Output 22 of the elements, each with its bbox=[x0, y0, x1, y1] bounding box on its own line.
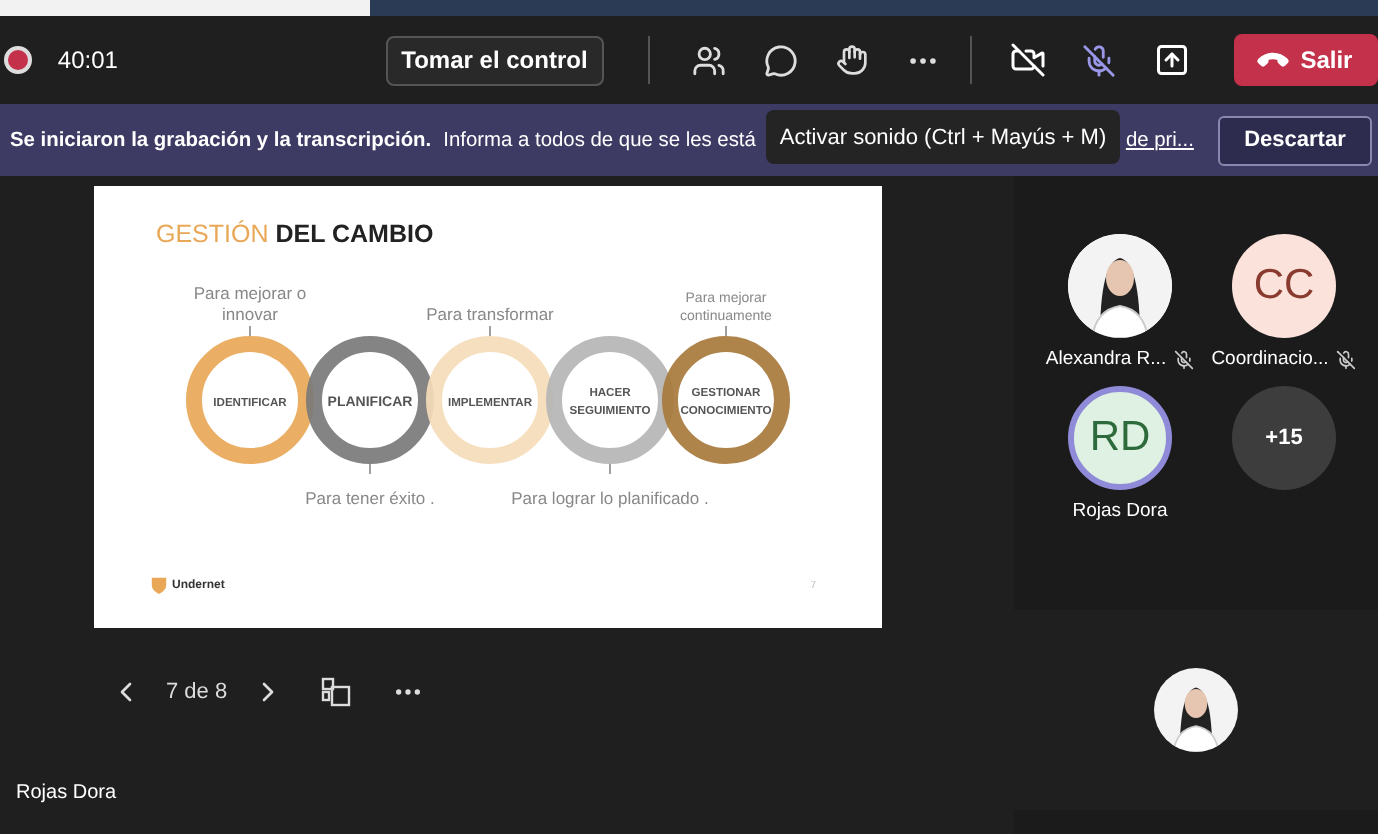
overflow-count[interactable]: +15 bbox=[1232, 386, 1336, 490]
participant-name: Rojas Dora bbox=[1072, 500, 1168, 522]
step-note: Para tener éxito . bbox=[305, 488, 435, 508]
step-note: Para mejorar o innovar bbox=[193, 283, 307, 324]
banner-title: Se iniciaron la grabación y la transcripción. bbox=[10, 129, 432, 151]
tooltip: Activar sonido (Ctrl + Mayús + M) bbox=[766, 110, 1120, 164]
avatar: RD bbox=[1068, 386, 1172, 490]
dismiss-button[interactable]: Descartar bbox=[1218, 115, 1372, 165]
avatar: CC bbox=[1232, 234, 1336, 338]
presenter-name: Rojas Dora bbox=[16, 782, 119, 804]
banner-text: Informa a todos de que se les está bbox=[443, 129, 756, 151]
slide-title: GESTIÓN DEL CAMBIO bbox=[156, 220, 436, 248]
shield-icon bbox=[150, 576, 168, 594]
step-note: Para lograr lo planificado . bbox=[511, 488, 709, 508]
leave-button[interactable]: Salir bbox=[1234, 34, 1378, 86]
step-note: Para transformar bbox=[426, 304, 554, 324]
participant-name: Coordinacio... bbox=[1211, 348, 1329, 370]
participant-name: Alexandra R... bbox=[1045, 348, 1167, 370]
privacy-link[interactable]: de pri... bbox=[1125, 129, 1194, 151]
call-timer: 40:01 bbox=[57, 46, 120, 74]
take-control-button[interactable]: Tomar el control bbox=[385, 35, 604, 85]
page-indicator: 7 de 8 bbox=[166, 680, 228, 704]
